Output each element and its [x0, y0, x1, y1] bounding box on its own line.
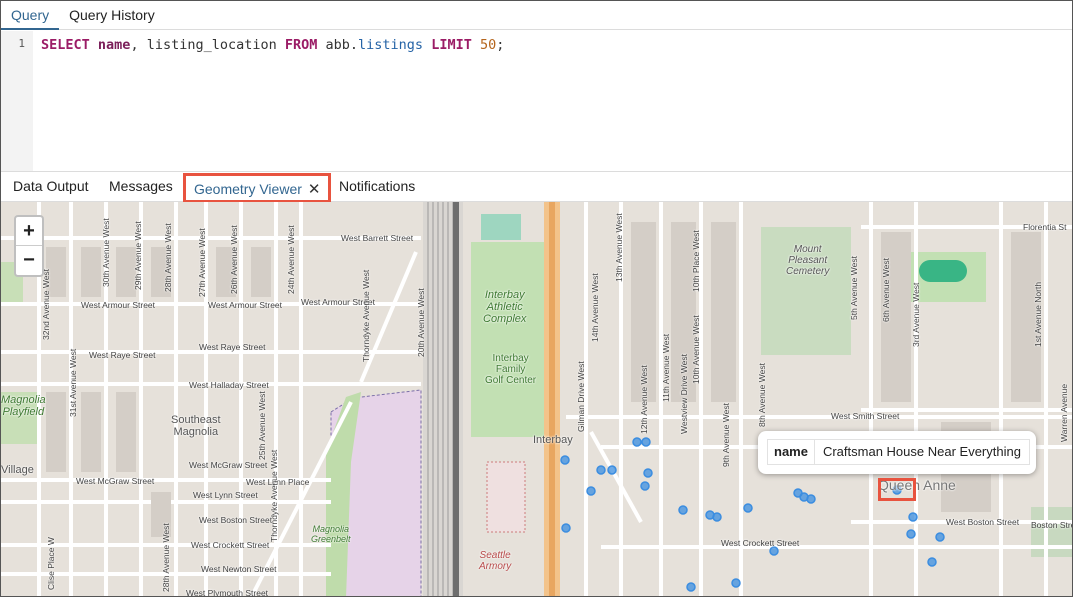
- label-west-raye: West Raye Street: [199, 342, 266, 352]
- label-ave: 1st Avenue North: [1033, 281, 1043, 347]
- label-ave: 30th Avenue West: [101, 218, 111, 287]
- label-ave: 24th Avenue West: [286, 225, 296, 294]
- label-ave: 28th Avenue West: [163, 223, 173, 292]
- label-west-smith: West Smith Street: [831, 411, 900, 421]
- sql-editor[interactable]: 1 SELECT name, listing_location FROM abb…: [1, 31, 1072, 171]
- label-ave: 10th Avenue West: [691, 315, 701, 384]
- zoom-control: + −: [14, 215, 44, 277]
- tab-notifications[interactable]: Notifications: [339, 178, 415, 194]
- close-icon[interactable]: ✕: [308, 181, 321, 198]
- column-list: , listing_location: [130, 37, 285, 53]
- label-ave: 25th Avenue West: [257, 391, 267, 460]
- label-seattle-armory: Seattle Armory: [479, 550, 512, 572]
- label-ave: 20th Avenue West: [416, 288, 426, 357]
- label-clise: Clise Place W: [46, 537, 56, 590]
- label-west-halladay: West Halladay Street: [189, 380, 269, 390]
- label-ave: 28th Avenue West: [161, 523, 171, 592]
- tab-query[interactable]: Query: [1, 1, 60, 30]
- label-ave: 26th Avenue West: [229, 225, 239, 294]
- label-westview: Westview Drive West: [679, 354, 689, 434]
- label-west-raye: West Raye Street: [89, 350, 156, 360]
- label-interbay-athletic: Interbay Athletic Complex: [483, 289, 527, 325]
- label-west-boston: West Boston Street: [946, 517, 1020, 527]
- label-thorndyke: Thorndyke Avenue West: [361, 269, 371, 362]
- label-magnolia-playfield: Magnolia Playfield: [1, 394, 46, 418]
- label-west-crockett: West Crockett Street: [191, 540, 270, 550]
- label-ave: 32nd Avenue West: [41, 268, 51, 340]
- popup-key: name: [768, 440, 815, 464]
- sql-code-line[interactable]: SELECT name, listing_location FROM abb.l…: [41, 37, 504, 53]
- label-ave: 3rd Avenue West: [911, 282, 921, 347]
- column-name: name: [97, 37, 131, 53]
- selected-point-highlight: [878, 478, 916, 501]
- label-ave: 8th Avenue West: [757, 363, 767, 427]
- query-tool-window: Query Query History 1 SELECT name, listi…: [0, 0, 1073, 597]
- label-west-boston: West Boston Street: [199, 515, 273, 525]
- label-west-lynn: West Lynn Street: [193, 490, 258, 500]
- table-name: listings: [358, 37, 424, 53]
- keyword-select: SELECT: [41, 37, 90, 53]
- label-west-armour: West Armour Street: [81, 300, 156, 310]
- query-tabs: Query Query History: [1, 1, 1072, 30]
- geometry-map[interactable]: West Barrett Street West Armour Street W…: [1, 202, 1073, 597]
- statement-end: ;: [496, 37, 505, 53]
- tab-data-output[interactable]: Data Output: [13, 178, 89, 194]
- label-boston-right: Boston Stre: [1031, 520, 1073, 530]
- line-number: 1: [18, 37, 25, 50]
- result-tabs: Data Output Messages Geometry Viewer ✕ No…: [1, 171, 1072, 203]
- tab-messages[interactable]: Messages: [109, 178, 173, 194]
- label-ave: 27th Avenue West: [197, 228, 207, 297]
- popup-value: Craftsman House Near Everything: [822, 444, 1021, 459]
- tab-query-history[interactable]: Query History: [59, 1, 165, 30]
- line-gutter: 1: [1, 31, 33, 171]
- label-place-10: 10th Place West: [691, 230, 701, 292]
- label-west-plymouth: West Plymouth Street: [186, 588, 269, 597]
- label-ave: 14th Avenue West: [590, 273, 600, 342]
- label-west-armour: West Armour Street: [208, 300, 283, 310]
- schema-name: abb.: [317, 37, 359, 53]
- label-ave: 6th Avenue West: [881, 258, 891, 322]
- zoom-in-button[interactable]: +: [16, 217, 42, 246]
- label-thorndyke: Thorndyke Avenue West: [269, 449, 279, 542]
- label-southeast-magnolia: Southeast Magnolia: [171, 414, 221, 438]
- label-florentia: Florentia St: [1023, 222, 1067, 232]
- keyword-limit: LIMIT: [423, 37, 480, 53]
- label-ave: 5th Avenue West: [849, 256, 859, 320]
- label-west-newton: West Newton Street: [201, 564, 277, 574]
- tab-geometry-viewer-label: Geometry Viewer: [194, 181, 302, 197]
- label-magnolia-greenbelt: Magnolia Greenbelt: [311, 524, 351, 544]
- keyword-from: FROM: [284, 37, 318, 53]
- popup-row: name Craftsman House Near Everything: [767, 439, 1030, 465]
- label-mount-pleasant: Mount Pleasant Cemetery: [786, 244, 830, 277]
- limit-value: 50: [479, 37, 497, 53]
- label-village: Village: [1, 464, 34, 476]
- label-gilman: Gilman Drive West: [576, 361, 586, 432]
- label-west-mcgraw: West McGraw Street: [189, 460, 268, 470]
- feature-popup: name Craftsman House Near Everything: [758, 431, 1036, 474]
- label-ave: 12th Avenue West: [639, 365, 649, 434]
- label-ave: 31st Avenue West: [68, 348, 78, 417]
- label-ave: 13th Avenue West: [614, 213, 624, 282]
- label-ave: 11th Avenue West: [661, 333, 671, 402]
- label-west-mcgraw: West McGraw Street: [76, 476, 155, 486]
- label-west-crockett: West Crockett Street: [721, 538, 800, 548]
- tab-geometry-viewer[interactable]: Geometry Viewer ✕: [183, 173, 332, 203]
- label-interbay: Interbay: [533, 434, 573, 446]
- zoom-out-button[interactable]: −: [16, 246, 42, 275]
- label-warren: Warren Avenue: [1059, 383, 1069, 442]
- label-ave: 9th Avenue West: [721, 403, 731, 467]
- label-ave: 29th Avenue West: [133, 221, 143, 290]
- label-interbay-golf: Interbay Family Golf Center: [485, 353, 537, 386]
- label-west-barrett: West Barrett Street: [341, 233, 414, 243]
